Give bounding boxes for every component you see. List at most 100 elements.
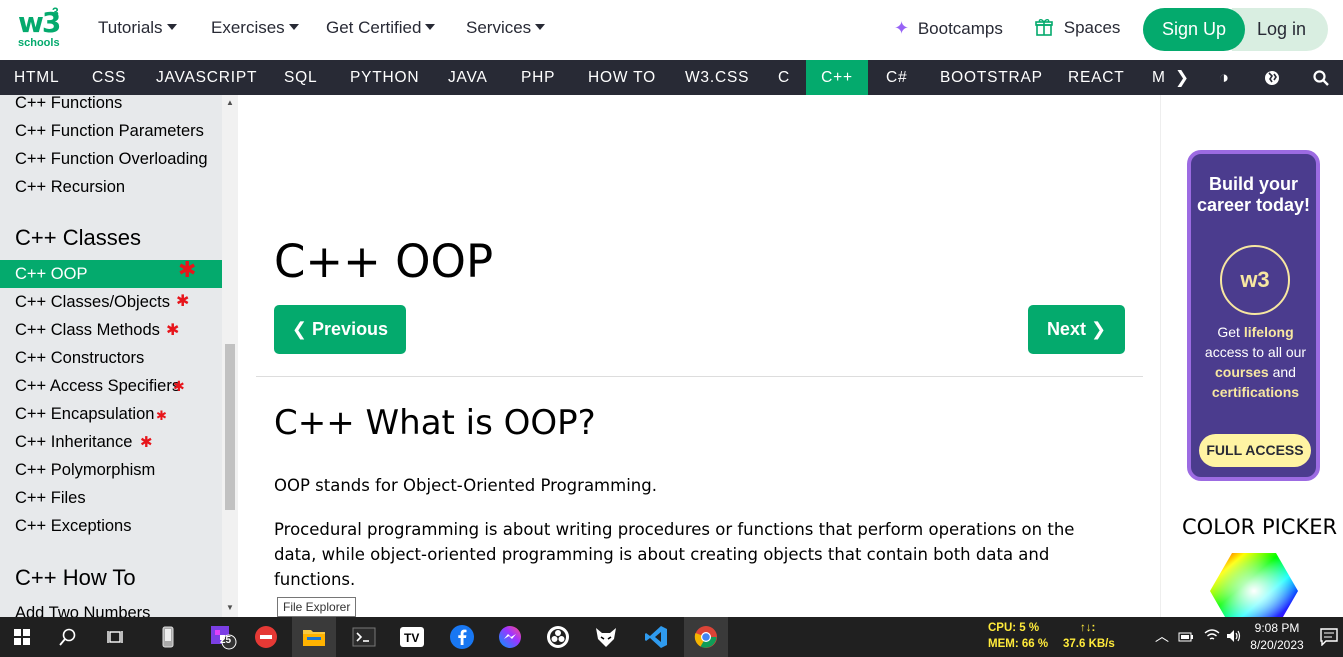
terminal-icon[interactable] bbox=[342, 617, 386, 657]
sidebar-item-function-overloading[interactable]: C++ Function Overloading bbox=[0, 145, 222, 173]
color-picker-heading: COLOR PICKER bbox=[1182, 515, 1338, 539]
sidebar-item-exceptions[interactable]: C++ Exceptions bbox=[0, 512, 222, 540]
language-nav: HTML CSS JAVASCRIPT SQL PYTHON JAVA PHP … bbox=[0, 60, 1343, 95]
nav-get-certified[interactable]: Get Certified bbox=[326, 18, 436, 38]
caret-down-icon bbox=[425, 24, 436, 30]
nav-cpp[interactable]: C++ bbox=[806, 60, 868, 95]
sidebar-item-functions[interactable]: C++ Functions bbox=[0, 95, 222, 117]
nav-w3css[interactable]: W3.CSS bbox=[685, 60, 749, 95]
sidebar: C++ Functions C++ Function Parameters C+… bbox=[0, 95, 238, 617]
nav-bootstrap[interactable]: BOOTSTRAP bbox=[940, 60, 1043, 95]
phone-app-icon[interactable] bbox=[146, 617, 190, 657]
nav-how-to[interactable]: HOW TO bbox=[588, 60, 656, 95]
vscode-icon[interactable] bbox=[634, 617, 678, 657]
signup-button[interactable]: Sign Up bbox=[1143, 8, 1245, 51]
notification-center-icon[interactable] bbox=[1320, 628, 1338, 651]
fox-app-icon[interactable] bbox=[584, 617, 628, 657]
scroll-up-icon[interactable]: ▲ bbox=[225, 98, 235, 107]
contrast-icon[interactable]: ◑ bbox=[1209, 60, 1239, 95]
windows-taskbar: 25 TV CPU: 5 % MEM: 66 % ↑↓: 37.6 KB/s ︿ bbox=[0, 617, 1343, 657]
memory-usage: MEM: 66 % bbox=[988, 638, 1049, 650]
chrome-icon[interactable] bbox=[684, 617, 728, 657]
network-icon: ↑↓: bbox=[1080, 622, 1096, 634]
sidebar-item-recursion[interactable]: C++ Recursion bbox=[0, 173, 222, 201]
chevron-right-icon[interactable]: ❯ bbox=[1167, 60, 1197, 95]
sidebar-item-class-methods[interactable]: C++ Class Methods bbox=[0, 316, 222, 344]
scroll-down-icon[interactable]: ▼ bbox=[225, 603, 235, 612]
sidebar-item-function-parameters[interactable]: C++ Function Parameters bbox=[0, 117, 222, 145]
gift-icon bbox=[1035, 18, 1058, 37]
windows-start-icon[interactable] bbox=[0, 617, 44, 657]
ad-highlight: certifications bbox=[1211, 384, 1300, 400]
sidebar-section-howto: C++ How To bbox=[15, 565, 136, 590]
star-icon: ✱ bbox=[156, 408, 167, 423]
nav-exercises[interactable]: Exercises bbox=[211, 18, 299, 38]
facebook-icon[interactable] bbox=[440, 617, 484, 657]
nav-csharp[interactable]: C# bbox=[886, 60, 907, 95]
ad-text: and bbox=[1268, 364, 1296, 380]
record-app-icon[interactable] bbox=[244, 617, 288, 657]
caret-down-icon bbox=[288, 24, 299, 30]
sidebar-item-add-two-numbers[interactable]: Add Two Numbers bbox=[0, 599, 222, 617]
sidebar-item-polymorphism[interactable]: C++ Polymorphism bbox=[0, 456, 222, 484]
caret-down-icon bbox=[535, 24, 546, 30]
nav-more-truncated[interactable]: M bbox=[1152, 60, 1166, 95]
sidebar-scroll-thumb[interactable] bbox=[225, 344, 235, 510]
logo-schools: schools bbox=[18, 37, 60, 49]
nav-c[interactable]: C bbox=[778, 60, 790, 95]
nav-react[interactable]: REACT bbox=[1068, 60, 1125, 95]
previous-button[interactable]: ❮ Previous bbox=[274, 305, 406, 354]
next-button[interactable]: Next ❯ bbox=[1028, 305, 1125, 354]
notification-badge: 25 bbox=[220, 635, 232, 646]
nav-tutorials-label: Tutorials bbox=[98, 18, 163, 37]
sparkle-icon: ✦ bbox=[894, 18, 910, 38]
sidebar-item-encapsulation[interactable]: C++ Encapsulation bbox=[0, 400, 222, 428]
caret-down-icon bbox=[166, 24, 177, 30]
star-icon: ✱ bbox=[173, 378, 185, 394]
sidebar-item-constructors[interactable]: C++ Constructors bbox=[0, 344, 222, 372]
full-access-button[interactable]: FULL ACCESS bbox=[1199, 434, 1311, 467]
w3-badge-icon: w3 bbox=[1220, 245, 1290, 315]
search-icon[interactable] bbox=[46, 617, 90, 657]
sidebar-item-access-specifiers[interactable]: C++ Access Specifiers bbox=[0, 372, 222, 400]
globe-icon[interactable] bbox=[1257, 60, 1287, 95]
nav-services-label: Services bbox=[466, 18, 532, 37]
nav-services[interactable]: Services bbox=[466, 18, 546, 38]
nav-java[interactable]: JAVA bbox=[448, 60, 488, 95]
nav-python[interactable]: PYTHON bbox=[350, 60, 419, 95]
sidebar-item-inheritance[interactable]: C++ Inheritance bbox=[0, 428, 222, 456]
nav-php[interactable]: PHP bbox=[521, 60, 555, 95]
wifi-icon[interactable] bbox=[1204, 628, 1220, 647]
w3schools-logo[interactable]: w3 3 schools bbox=[16, 5, 66, 52]
sidebar-section-classes: C++ Classes bbox=[15, 225, 141, 250]
task-view-icon[interactable] bbox=[94, 617, 138, 657]
nav-html[interactable]: HTML bbox=[14, 60, 59, 95]
pixel-app-icon[interactable]: 25 bbox=[200, 617, 244, 657]
star-icon: ✱ bbox=[176, 293, 190, 310]
paragraph-oop: OOP stands for Object-Oriented Programmi… bbox=[274, 476, 657, 495]
login-button[interactable]: Log in bbox=[1232, 8, 1328, 51]
nav-sql[interactable]: SQL bbox=[284, 60, 317, 95]
career-ad[interactable]: Build your career today! w3 Get lifelong… bbox=[1187, 150, 1320, 481]
clock-time[interactable]: 9:08 PM bbox=[1242, 621, 1312, 635]
nav-tutorials[interactable]: Tutorials bbox=[98, 18, 177, 38]
nav-css[interactable]: CSS bbox=[92, 60, 126, 95]
file-explorer-icon[interactable] bbox=[292, 617, 336, 657]
messenger-icon[interactable] bbox=[488, 617, 532, 657]
ad-text: access to all our bbox=[1204, 344, 1307, 360]
star-icon: ✱ bbox=[140, 434, 153, 451]
battery-icon[interactable] bbox=[1178, 630, 1194, 648]
cpu-usage: CPU: 5 % bbox=[988, 622, 1040, 634]
volume-icon[interactable] bbox=[1226, 628, 1242, 649]
spaces-link[interactable]: Spaces bbox=[1035, 18, 1120, 38]
clock-date[interactable]: 8/20/2023 bbox=[1242, 638, 1312, 652]
search-icon[interactable] bbox=[1306, 60, 1336, 95]
sidebar-item-files[interactable]: C++ Files bbox=[0, 484, 222, 512]
nav-javascript[interactable]: JAVASCRIPT bbox=[156, 60, 257, 95]
obs-icon[interactable] bbox=[536, 617, 580, 657]
chevron-up-icon[interactable]: ︿ bbox=[1155, 626, 1169, 646]
color-wheel-icon[interactable] bbox=[1210, 553, 1298, 617]
bootcamps-link[interactable]: ✦ Bootcamps bbox=[894, 18, 1003, 39]
ad-text: Get bbox=[1217, 324, 1244, 340]
tradingview-icon[interactable]: TV bbox=[390, 617, 434, 657]
